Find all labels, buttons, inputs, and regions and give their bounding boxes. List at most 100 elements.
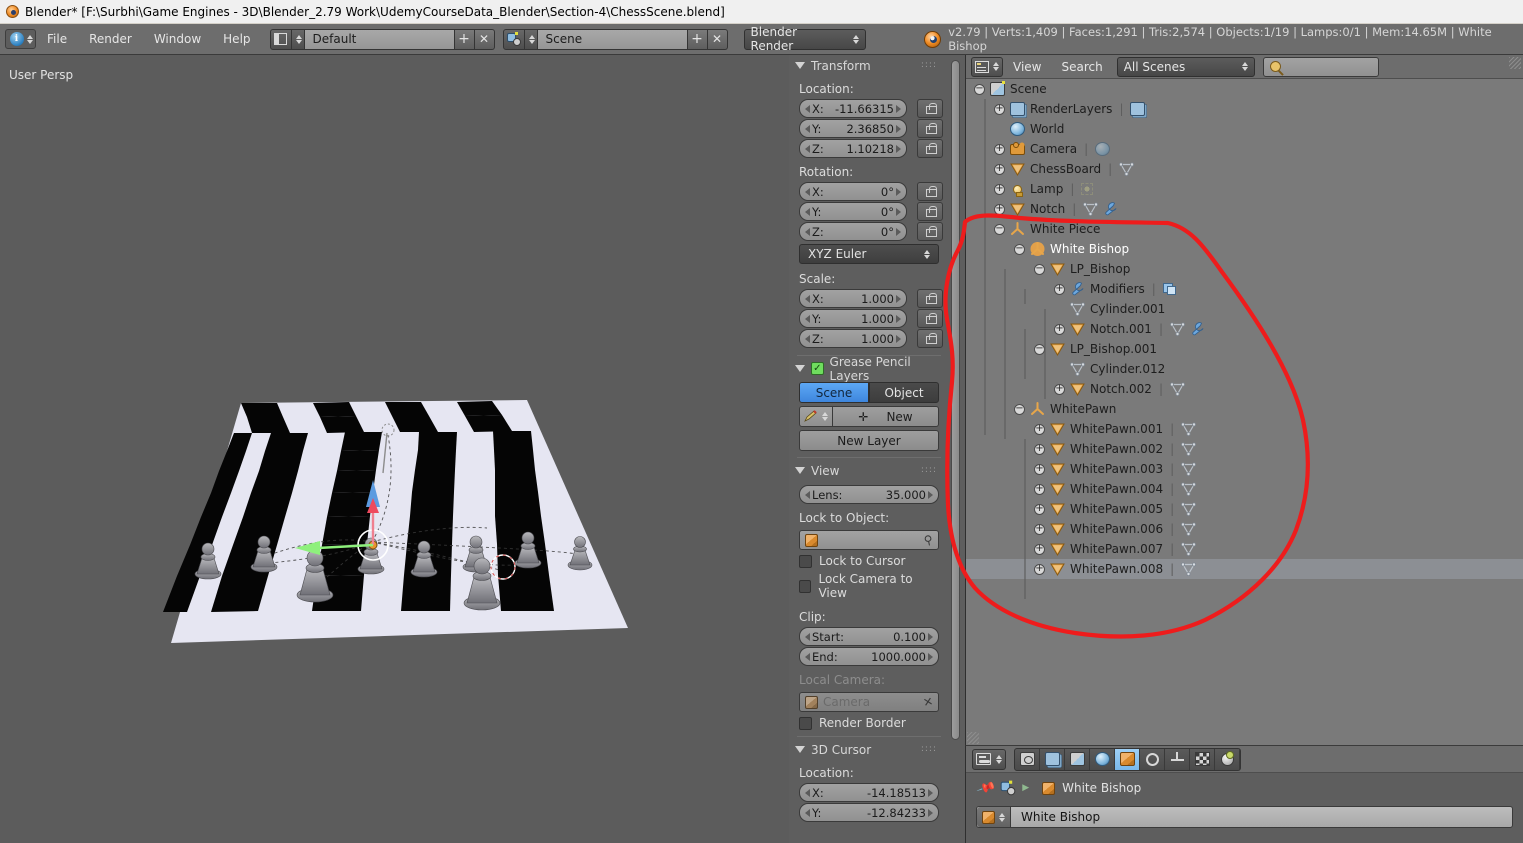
expand-toggle-icon[interactable]: + [994, 143, 1005, 155]
outliner-tree[interactable]: − Scene + RenderLayers | World + Camera | + ChessB… [966, 79, 1523, 599]
outliner-row[interactable]: − White Piece [966, 219, 1523, 239]
new-layer-button[interactable]: New Layer [799, 430, 939, 451]
clear-icon[interactable]: ✕ [922, 694, 935, 710]
outliner-row[interactable]: − LP_Bishop.001 [966, 339, 1523, 359]
scene-name-field[interactable]: Scene [537, 28, 688, 50]
collapse-toggle-icon[interactable]: − [974, 83, 985, 95]
rotation-x-field[interactable]: X: 0° [799, 182, 907, 201]
outliner-row[interactable]: + Notch | [966, 199, 1523, 219]
area-corner-grab[interactable] [1509, 57, 1521, 69]
collapse-toggle-icon[interactable]: − [1034, 263, 1045, 275]
tab-material[interactable] [1215, 748, 1240, 770]
outliner-row[interactable]: − LP_Bishop [966, 259, 1523, 279]
expand-toggle-icon[interactable]: + [1034, 463, 1045, 475]
tab-world[interactable] [1090, 748, 1115, 770]
delete-screen-layout-button[interactable]: ✕ [474, 28, 495, 50]
expand-toggle-icon[interactable]: + [1054, 323, 1065, 335]
screen-layout-icon[interactable] [269, 28, 292, 50]
grease-pencil-tab-scene[interactable]: Scene [799, 382, 869, 403]
outliner-row[interactable]: − Scene [966, 79, 1523, 99]
expand-toggle-icon[interactable]: + [1034, 543, 1045, 555]
grease-pencil-datablock-selector[interactable] [799, 406, 833, 427]
grease-pencil-checkbox[interactable]: ✓ [811, 362, 824, 375]
outliner-row[interactable]: − WhitePawn [966, 399, 1523, 419]
tab-render-layers[interactable] [1040, 748, 1065, 770]
outliner-row[interactable]: + RenderLayers | [966, 99, 1523, 119]
expand-toggle-icon[interactable]: + [994, 203, 1005, 215]
scene-chevron-icon[interactable] [524, 28, 538, 50]
outliner-row[interactable]: + Camera | [966, 139, 1523, 159]
tab-constraints[interactable] [1140, 748, 1165, 770]
tab-render[interactable] [1015, 748, 1040, 770]
lock-location-z-button[interactable] [917, 139, 943, 158]
scene-icon[interactable] [502, 28, 525, 50]
lock-scale-z-button[interactable] [917, 329, 943, 348]
screen-layout-name[interactable]: Default [304, 28, 455, 50]
scale-x-field[interactable]: X: 1.000 [799, 289, 907, 308]
object-name-field[interactable]: White Bishop [976, 806, 1513, 828]
object-datablock-selector[interactable] [977, 807, 1011, 827]
outliner-display-mode-dropdown[interactable]: All Scenes [1116, 56, 1255, 77]
collapse-toggle-icon[interactable]: − [994, 223, 1005, 235]
menu-window[interactable]: Window [143, 24, 212, 55]
cursor3d-panel-header[interactable]: 3D Cursor :::: [789, 739, 949, 760]
clip-start-field[interactable]: Start: 0.100 [799, 627, 939, 646]
scale-y-field[interactable]: Y: 1.000 [799, 309, 907, 328]
collapse-toggle-icon[interactable]: − [1014, 243, 1025, 255]
lock-to-cursor-row[interactable]: Lock to Cursor [799, 554, 939, 568]
tab-object-data[interactable] [1165, 748, 1190, 770]
collapse-toggle-icon[interactable]: − [1034, 343, 1045, 355]
rotation-z-field[interactable]: Z: 0° [799, 222, 907, 241]
outliner-row[interactable]: + ChessBoard | [966, 159, 1523, 179]
expand-toggle-icon[interactable]: + [1034, 423, 1045, 435]
expand-toggle-icon[interactable]: + [994, 103, 1005, 115]
screen-layout-chevron-icon[interactable] [291, 28, 305, 50]
properties-editor[interactable]: 📌 ▶ White Bishop White Bishop [965, 745, 1523, 843]
tab-object[interactable] [1115, 748, 1140, 770]
collapse-toggle-icon[interactable]: − [1014, 403, 1025, 415]
outliner-row[interactable]: Cylinder.001 [966, 299, 1523, 319]
outliner-row[interactable]: + WhitePawn.006 | [966, 519, 1523, 539]
location-y-field[interactable]: Y: 2.36850 [799, 119, 907, 138]
outliner-row[interactable]: + Notch.001 | [966, 319, 1523, 339]
add-scene-button[interactable]: + [687, 28, 708, 50]
lock-camera-to-view-checkbox[interactable] [799, 579, 812, 593]
grease-pencil-panel-header[interactable]: ✓ Grease Pencil Layers [789, 355, 949, 383]
menu-help[interactable]: Help [212, 24, 261, 55]
outliner-row[interactable]: World [966, 119, 1523, 139]
view-panel-header[interactable]: View :::: [789, 460, 949, 481]
lock-to-cursor-checkbox[interactable] [799, 554, 812, 568]
outliner-editor-type-button[interactable] [971, 56, 1003, 77]
tab-texture[interactable] [1190, 748, 1215, 770]
menu-file[interactable]: File [36, 24, 78, 55]
scene-selector-widget[interactable]: Scene + ✕ [502, 28, 728, 50]
properties-panel-scrollbar[interactable] [951, 60, 960, 740]
expand-toggle-icon[interactable]: + [1034, 483, 1045, 495]
lock-to-object-field[interactable]: ⚲ [799, 530, 939, 550]
render-engine-dropdown[interactable]: Blender Render [743, 25, 867, 53]
properties-tab-strip[interactable] [1014, 747, 1241, 771]
expand-toggle-icon[interactable]: + [994, 163, 1005, 175]
outliner-menu-search[interactable]: Search [1051, 55, 1112, 79]
lock-location-y-button[interactable] [917, 119, 943, 138]
outliner-menu-view[interactable]: View [1003, 55, 1051, 79]
eyedropper-icon[interactable]: ⚲ [923, 532, 935, 548]
viewport-properties-panel[interactable]: Transform :::: Location: X: -11.66315 Y:… [789, 55, 965, 843]
outliner-row[interactable]: + Lamp | [966, 179, 1523, 199]
lock-camera-to-view-row[interactable]: Lock Camera to View [799, 572, 939, 600]
expand-toggle-icon[interactable]: + [994, 183, 1005, 195]
add-screen-layout-button[interactable]: + [454, 28, 475, 50]
lock-scale-x-button[interactable] [917, 289, 943, 308]
expand-toggle-icon[interactable]: + [1034, 523, 1045, 535]
lock-scale-y-button[interactable] [917, 309, 943, 328]
outliner-row[interactable]: + Modifiers | [966, 279, 1523, 299]
outliner-row[interactable]: + Notch.002 | [966, 379, 1523, 399]
3d-viewport[interactable]: User Persp [0, 55, 789, 843]
cursor3d-y-field[interactable]: Y: -12.84233 [799, 803, 939, 822]
outliner-row[interactable]: + WhitePawn.002 | [966, 439, 1523, 459]
lens-field[interactable]: Lens: 35.000 [799, 485, 939, 504]
outliner-row[interactable]: + WhitePawn.008 | [966, 559, 1523, 579]
outliner-row[interactable]: Cylinder.012 [966, 359, 1523, 379]
clip-end-field[interactable]: End: 1000.000 [799, 647, 939, 666]
editor-type-selector[interactable]: i [5, 29, 36, 49]
